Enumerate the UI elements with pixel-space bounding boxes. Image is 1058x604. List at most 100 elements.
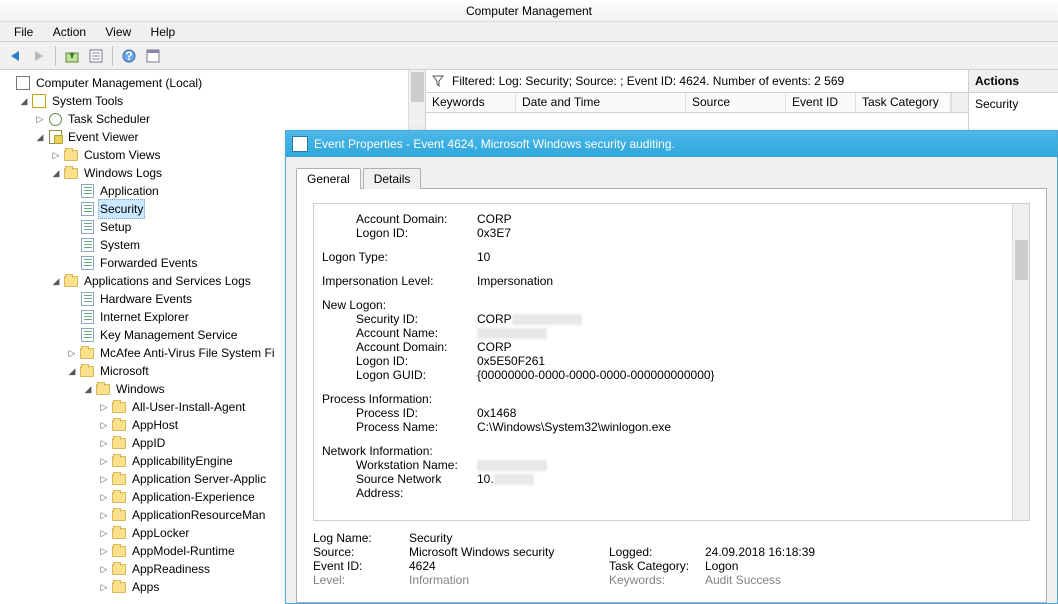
window-title: Computer Management <box>466 4 592 18</box>
folder-icon <box>111 579 127 595</box>
list-scrollbar[interactable] <box>951 93 968 112</box>
label-src-net-addr: Source Network Address: <box>356 472 477 500</box>
up-button[interactable] <box>61 45 83 67</box>
label-keywords: Keywords: <box>609 573 705 587</box>
label-network-info: Network Information: <box>322 444 477 458</box>
tab-panel-general: Account Domain:CORP Logon ID:0x3E7 Logon… <box>296 188 1047 603</box>
menu-file[interactable]: File <box>6 22 41 42</box>
actions-security-item[interactable]: Security <box>969 93 1058 115</box>
label-taskcat: Task Category: <box>609 559 705 573</box>
event-viewer-icon <box>47 129 63 145</box>
redacted-text <box>512 314 582 325</box>
folder-up-icon <box>65 49 79 63</box>
value-new-account-domain: CORP <box>477 340 1003 354</box>
arrow-right-icon <box>35 51 43 61</box>
folder-icon <box>111 561 127 577</box>
folder-icon <box>95 381 111 397</box>
value-logon-id: 0x3E7 <box>477 226 1003 240</box>
folder-icon <box>111 417 127 433</box>
label-workstation-name: Workstation Name: <box>356 458 477 472</box>
properties-button[interactable] <box>85 45 107 67</box>
label-account-domain: Account Domain: <box>356 212 477 226</box>
label-process-info: Process Information: <box>322 392 477 406</box>
tree-system-tools[interactable]: ◢System Tools <box>2 92 423 110</box>
value-process-name: C:\Windows\System32\winlogon.exe <box>477 420 1003 434</box>
value-logon-type: 10 <box>477 250 1003 264</box>
panel-button[interactable] <box>142 45 164 67</box>
log-icon <box>79 291 95 307</box>
value-process-id: 0x1468 <box>477 406 1003 420</box>
log-icon <box>79 327 95 343</box>
folder-icon <box>111 435 127 451</box>
nav-back-button[interactable] <box>4 45 26 67</box>
menu-action[interactable]: Action <box>45 22 94 42</box>
folder-icon <box>111 471 127 487</box>
scrollbar-thumb[interactable] <box>1015 240 1028 280</box>
menubar: File Action View Help <box>0 22 1058 42</box>
label-process-id: Process ID: <box>356 406 477 420</box>
folder-icon <box>111 507 127 523</box>
tools-icon <box>31 93 47 109</box>
value-logon-guid: {00000000-0000-0000-0000-000000000000} <box>477 368 1003 382</box>
scrollbar-thumb[interactable] <box>411 72 424 102</box>
dialog-titlebar[interactable]: Event Properties - Event 4624, Microsoft… <box>286 131 1057 157</box>
value-eventid: 4624 <box>409 559 609 573</box>
window-titlebar: Computer Management <box>0 0 1058 22</box>
col-taskcategory[interactable]: Task Category <box>856 93 951 112</box>
toolbar-separator <box>112 46 113 66</box>
toolbar-separator <box>55 46 56 66</box>
label-eventid: Event ID: <box>313 559 409 573</box>
label-logon-type: Logon Type: <box>322 250 477 264</box>
log-icon <box>79 219 95 235</box>
label-impersonation: Impersonation Level: <box>322 274 477 288</box>
actions-header: Actions <box>969 70 1058 93</box>
folder-icon <box>111 399 127 415</box>
value-new-logon-id: 0x5E50F261 <box>477 354 1003 368</box>
folder-icon <box>79 363 95 379</box>
col-source[interactable]: Source <box>686 93 786 112</box>
value-account-name <box>477 326 1003 340</box>
filter-bar: Filtered: Log: Security; Source: ; Event… <box>426 70 968 93</box>
folder-icon <box>63 165 79 181</box>
nav-forward-button[interactable] <box>28 45 50 67</box>
event-text-area[interactable]: Account Domain:CORP Logon ID:0x3E7 Logon… <box>313 203 1030 521</box>
log-icon <box>79 309 95 325</box>
folder-icon <box>111 525 127 541</box>
tab-details[interactable]: Details <box>363 168 422 189</box>
label-new-logon-id: Logon ID: <box>356 354 477 368</box>
folder-icon <box>111 543 127 559</box>
menu-view[interactable]: View <box>97 22 139 42</box>
properties-icon <box>89 49 103 63</box>
dialog-icon <box>292 136 308 152</box>
filter-text: Filtered: Log: Security; Source: ; Event… <box>452 74 844 88</box>
value-logged: 24.09.2018 16:18:39 <box>705 545 1030 559</box>
redacted-text <box>477 328 547 339</box>
label-level: Level: <box>313 573 409 587</box>
label-source: Source: <box>313 545 409 559</box>
tree-task-scheduler[interactable]: ▷Task Scheduler <box>2 110 423 128</box>
redacted-text <box>477 460 547 471</box>
funnel-icon <box>432 75 444 87</box>
arrow-left-icon <box>11 51 19 61</box>
col-datetime[interactable]: Date and Time <box>516 93 686 112</box>
clock-icon <box>47 111 63 127</box>
value-keywords: Audit Success <box>705 573 1030 587</box>
folder-icon <box>63 273 79 289</box>
log-icon <box>79 201 95 217</box>
label-log-name: Log Name: <box>313 531 409 545</box>
value-source: Microsoft Windows security <box>409 545 609 559</box>
value-impersonation: Impersonation <box>477 274 1003 288</box>
col-eventid[interactable]: Event ID <box>786 93 856 112</box>
help-button[interactable]: ? <box>118 45 140 67</box>
label-new-account-domain: Account Domain: <box>356 340 477 354</box>
col-keywords[interactable]: Keywords <box>426 93 516 112</box>
value-src-net-addr: 10. <box>477 472 1003 500</box>
tab-general[interactable]: General <box>296 168 361 189</box>
menu-help[interactable]: Help <box>143 22 184 42</box>
value-log-name: Security <box>409 531 609 545</box>
tree-root[interactable]: Computer Management (Local) <box>2 74 423 92</box>
event-text-scrollbar[interactable] <box>1012 204 1029 520</box>
folder-icon <box>63 147 79 163</box>
folder-icon <box>111 489 127 505</box>
panel-icon <box>146 49 160 63</box>
